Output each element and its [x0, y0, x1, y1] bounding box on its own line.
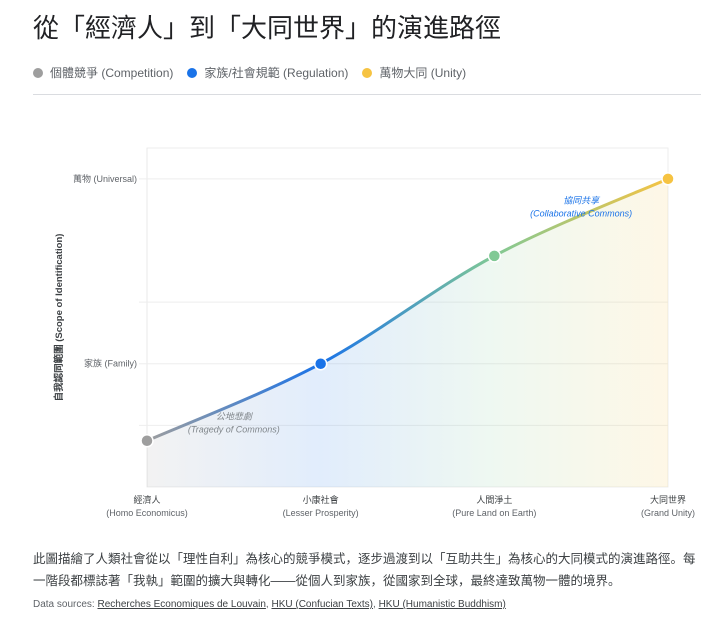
annotation-title: 協同共享 — [563, 196, 601, 206]
source-link[interactable]: HKU (Confucian Texts) — [271, 599, 373, 610]
sources-label: Data sources: — [33, 599, 95, 610]
y-tick-label: 萬物 (Universal) — [73, 173, 137, 184]
x-tick-sublabel: (Lesser Prosperity) — [283, 508, 359, 518]
x-tick-label: 大同世界 — [650, 494, 686, 505]
data-point — [313, 356, 328, 371]
x-tick-sublabel: (Grand Unity) — [641, 508, 695, 518]
data-point — [661, 172, 675, 186]
source-link[interactable]: Recherches Economiques de Louvain — [97, 599, 265, 610]
x-tick-sublabel: (Homo Economicus) — [106, 508, 188, 518]
annotation-subtitle: (Collaborative Commons) — [530, 209, 632, 219]
x-tick-label: 經濟人 — [133, 494, 160, 505]
x-tick-sublabel: (Pure Land on Earth) — [452, 508, 536, 518]
area-fill — [147, 178, 668, 487]
data-point — [140, 434, 154, 448]
x-tick-label: 人間淨土 — [476, 494, 512, 505]
y-tick-label: 家族 (Family) — [84, 358, 137, 369]
annotation-subtitle: (Tragedy of Commons) — [188, 424, 280, 434]
x-tick-label: 小康社會 — [303, 494, 339, 505]
chart: 萬物 (Universal) 家族 (Family) 自我認同範圍 (Scope o… — [53, 147, 695, 518]
y-axis-label: 自我認同範圍 (Scope of Identification) — [53, 234, 65, 402]
source-link[interactable]: HKU (Humanistic Buddhism) — [379, 599, 506, 610]
annotation-title: 公地悲劇 — [216, 411, 254, 421]
data-point — [487, 249, 502, 263]
description: 此圖描繪了人類社會從以「理性自利」為核心的競爭模式，逐步過渡到以「互助共生」為核… — [33, 552, 696, 588]
data-sources: Data sources: Recherches Economiques de … — [33, 599, 506, 610]
